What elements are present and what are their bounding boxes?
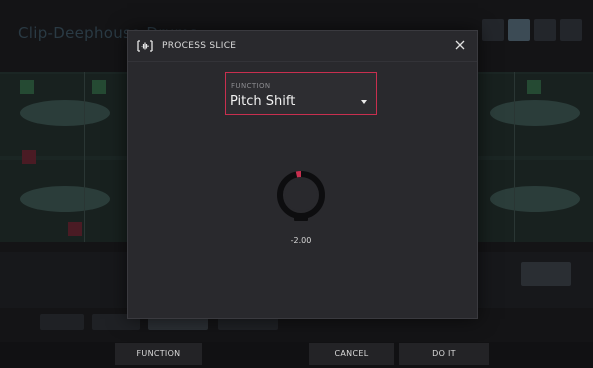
bg-search-button [508,19,530,41]
pitch-knob[interactable] [276,170,326,224]
bg-slice-marker [68,222,82,236]
bg-wave-shape [20,186,110,212]
bg-settings-button [560,19,582,41]
bg-wave-shape [490,100,580,126]
bg-slice-marker [20,80,34,94]
bg-slice-marker [92,80,106,94]
bg-wave-shape [490,186,580,212]
function-softkey[interactable]: FUNCTION [115,343,202,365]
cancel-button[interactable]: CANCEL [309,343,394,365]
bg-grid-button [534,19,556,41]
close-icon[interactable] [452,37,468,53]
bg-slice-marker [527,80,541,94]
bg-side-button [521,262,571,286]
dropdown-caret-icon [361,100,367,104]
do-it-button[interactable]: DO IT [399,343,489,365]
function-label: FUNCTION [231,82,271,90]
bg-tool-button [482,19,504,41]
bg-slice-line [514,72,515,242]
header-divider [128,61,477,62]
bg-slice-marker [22,150,36,164]
softkey-bar [0,342,593,368]
function-select[interactable]: FUNCTION Pitch Shift [225,72,377,115]
bg-slice-line [84,72,85,242]
bg-wave-shape [20,100,110,126]
function-value: Pitch Shift [230,94,296,109]
dialog-header: PROCESS SLICE [128,31,477,61]
process-slice-dialog: PROCESS SLICE FUNCTION Pitch Shift -2.00 [127,30,478,319]
dialog-title: PROCESS SLICE [162,41,237,51]
bg-tab [40,314,84,330]
knob-value-readout: -2.00 [290,236,312,245]
waveform-process-icon [137,40,153,52]
